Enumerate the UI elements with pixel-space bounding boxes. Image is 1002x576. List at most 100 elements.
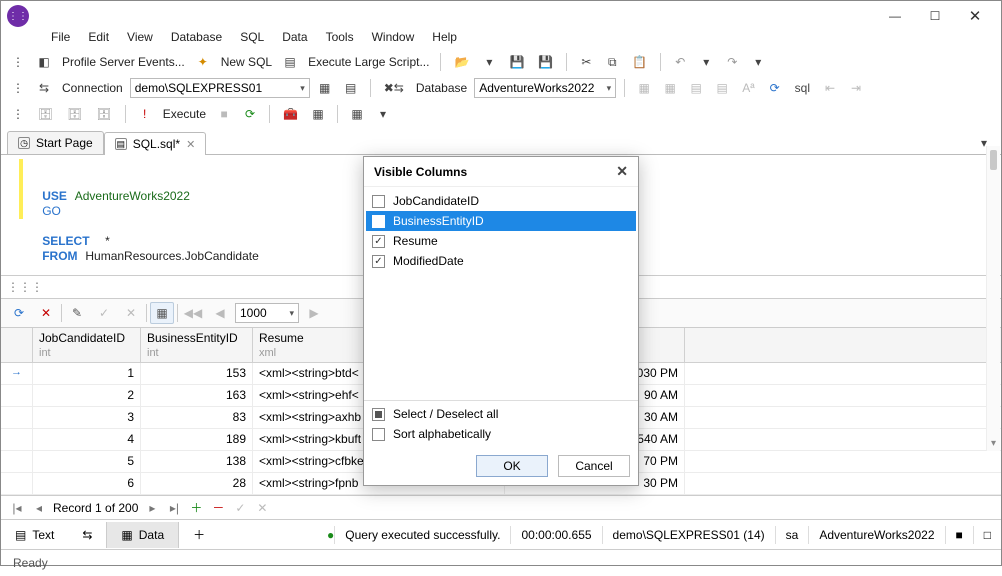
copy-icon[interactable]: ⧉ [601, 51, 623, 73]
prev-page-icon[interactable]: ◀ [208, 302, 232, 324]
sql-format-icon[interactable]: sql [790, 77, 815, 99]
rollback-icon[interactable]: ✕ [119, 302, 143, 324]
column-list-item[interactable]: BusinessEntityID [366, 211, 636, 231]
delete-row-icon[interactable]: － [210, 499, 226, 516]
conn-tool-icon[interactable]: ▤ [340, 77, 362, 99]
execute-large-script-button[interactable]: Execute Large Script... [305, 55, 432, 69]
ok-button[interactable]: OK [476, 455, 548, 477]
handle-icon[interactable]: ⋮ [7, 77, 29, 99]
checkbox-icon[interactable] [372, 428, 385, 441]
checkbox-icon[interactable] [372, 215, 385, 228]
connection-icon[interactable]: ⇆ [33, 77, 55, 99]
edit-conn-icon[interactable]: ▦ [314, 77, 336, 99]
nav-last-icon[interactable]: ▸| [166, 501, 182, 515]
first-page-icon[interactable]: ◀◀ [181, 302, 205, 324]
menu-help[interactable]: Help [424, 27, 465, 47]
minimize-button[interactable]: — [875, 3, 915, 29]
menu-sql[interactable]: SQL [232, 27, 272, 47]
commit-row-icon[interactable]: ✓ [232, 501, 248, 515]
menu-view[interactable]: View [119, 27, 161, 47]
swap-icon[interactable]: ⇆ [68, 522, 106, 548]
scrollbar-thumb[interactable] [990, 150, 997, 170]
tb2-btn-3[interactable]: ▤ [685, 77, 707, 99]
tab-text[interactable]: ▤Text [1, 522, 68, 548]
refresh-grid-icon[interactable]: ⟳ [7, 302, 31, 324]
close-tab-icon[interactable]: ✕ [186, 138, 195, 151]
tb2-btn-5[interactable]: Aª [737, 77, 759, 99]
add-tab-button[interactable]: ＋ [179, 520, 219, 549]
col-jobcandidateid[interactable]: JobCandidateIDint [33, 328, 141, 362]
sort-alpha-toggle[interactable]: Sort alphabetically [372, 427, 630, 441]
cut-icon[interactable]: ✂ [575, 51, 597, 73]
disconnect-icon[interactable]: ✖⇆ [379, 77, 409, 99]
open-icon[interactable]: 📂 [449, 51, 474, 73]
save-all-icon[interactable]: 💾 [533, 51, 558, 73]
checkbox-icon[interactable] [372, 195, 385, 208]
commit-icon[interactable]: ✓ [92, 302, 116, 324]
db3-icon[interactable]: 🗄 [91, 103, 116, 125]
chevron-down-icon[interactable]: ▾ [695, 51, 717, 73]
column-list-item[interactable]: ✓Resume [366, 231, 636, 251]
undo-icon[interactable]: ↶ [669, 51, 691, 73]
exec-large-icon[interactable]: ▤ [279, 51, 301, 73]
profile-server-events-button[interactable]: Profile Server Events... [59, 55, 188, 69]
chevron-down-icon[interactable]: ▾ [747, 51, 769, 73]
new-sql-button[interactable]: New SQL [218, 55, 275, 69]
db1-icon[interactable]: 🗄 [33, 103, 58, 125]
nav-prev-icon[interactable]: ◂ [31, 501, 47, 515]
maximize-button[interactable]: ☐ [915, 3, 955, 29]
dialog-close-icon[interactable]: ✕ [616, 163, 628, 180]
column-list-item[interactable]: JobCandidateID [366, 191, 636, 211]
tab-data[interactable]: ▦Data [106, 522, 179, 548]
chevron-down-icon[interactable]: ▾ [478, 51, 500, 73]
redo-icon[interactable]: ↷ [721, 51, 743, 73]
cancel-button[interactable]: Cancel [558, 455, 630, 477]
page-size-dropdown[interactable]: 1000▾ [235, 303, 299, 323]
db2-icon[interactable]: 🗄 [62, 103, 87, 125]
vertical-scrollbar[interactable]: ▾ [986, 146, 1000, 451]
tab-start-page[interactable]: ◷ Start Page [7, 131, 104, 154]
menu-window[interactable]: Window [364, 27, 423, 47]
save-icon[interactable]: 💾 [504, 51, 529, 73]
add-row-icon[interactable]: ＋ [188, 499, 204, 516]
new-sql-icon[interactable]: ✦ [192, 51, 214, 73]
checkbox-icon[interactable]: ✓ [372, 235, 385, 248]
indent-left-icon[interactable]: ⇤ [819, 77, 841, 99]
next-page-icon[interactable]: ▶ [302, 302, 326, 324]
connection-dropdown[interactable]: demo\SQLEXPRESS01▾ [130, 78, 310, 98]
paste-icon[interactable]: 📋 [627, 51, 652, 73]
toolbox2-icon[interactable]: ▦ [307, 103, 329, 125]
menu-file[interactable]: File [43, 27, 78, 47]
revert-row-icon[interactable]: ✕ [254, 501, 270, 515]
tristate-checkbox-icon[interactable] [372, 408, 385, 421]
nav-next-icon[interactable]: ▸ [144, 501, 160, 515]
database-dropdown[interactable]: AdventureWorks2022▾ [474, 78, 616, 98]
tab-sql[interactable]: ▤ SQL.sql* ✕ [104, 132, 207, 155]
handle-icon[interactable]: ⋮ [7, 51, 29, 73]
refresh-icon[interactable]: ⟳ [764, 77, 786, 99]
nav-first-icon[interactable]: |◂ [9, 501, 25, 515]
scroll-down-icon[interactable]: ▾ [987, 438, 1000, 449]
checkbox-icon[interactable]: ✓ [372, 255, 385, 268]
select-all-toggle[interactable]: Select / Deselect all [372, 407, 630, 421]
column-list-item[interactable]: ✓ModifiedDate [366, 251, 636, 271]
chevron-down-icon[interactable]: ▾ [372, 103, 394, 125]
toolbox1-icon[interactable]: 🧰 [278, 103, 303, 125]
close-button[interactable]: ✕ [955, 3, 995, 29]
edit-icon[interactable]: ✎ [65, 302, 89, 324]
cancel-icon[interactable]: ✕ [34, 302, 58, 324]
menu-tools[interactable]: Tools [318, 27, 362, 47]
menu-database[interactable]: Database [163, 27, 230, 47]
run-loop-icon[interactable]: ⟳ [239, 103, 261, 125]
status-box-filled-icon[interactable]: ■ [945, 526, 973, 544]
menu-data[interactable]: Data [274, 27, 315, 47]
tb2-btn-2[interactable]: ▦ [659, 77, 681, 99]
execute-button[interactable]: Execute [160, 107, 209, 121]
status-box-icon[interactable]: □ [973, 526, 1001, 544]
stop-icon[interactable]: ■ [213, 103, 235, 125]
grid-toggle-icon[interactable]: ▦ [346, 103, 368, 125]
profile-icon[interactable]: ◧ [33, 51, 55, 73]
handle-icon[interactable]: ⋮ [7, 103, 29, 125]
menu-edit[interactable]: Edit [80, 27, 117, 47]
tb2-btn-4[interactable]: ▤ [711, 77, 733, 99]
